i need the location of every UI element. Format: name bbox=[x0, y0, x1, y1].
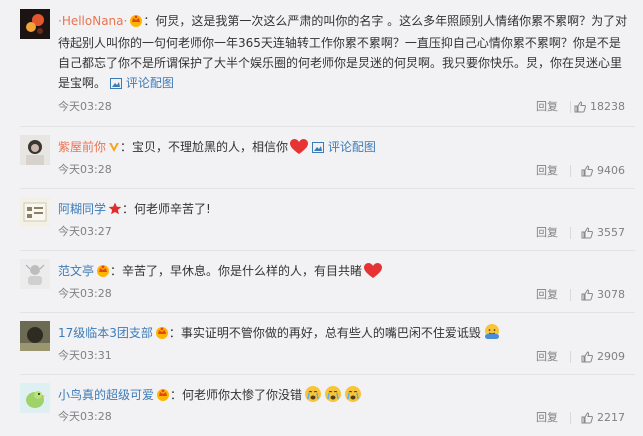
username[interactable]: 紫屋前你 bbox=[58, 140, 106, 154]
comment-item: 范文亭 ：辛苦了，早休息。你是什么样的人，有目共睹 今天03:28 回复 3078 bbox=[0, 256, 643, 308]
avatar[interactable] bbox=[20, 197, 50, 227]
comment-text: 范文亭 ：辛苦了，早休息。你是什么样的人，有目共睹 bbox=[58, 261, 630, 283]
thumb-up-icon bbox=[581, 412, 593, 424]
like-count: 3557 bbox=[597, 226, 625, 239]
like-count: 3078 bbox=[597, 288, 625, 301]
action-separator bbox=[570, 412, 571, 424]
comment-text: 17级临本3团支部 ：事实证明不管你做的再好，总有些人的嘴巴闲不住爱诋毁 bbox=[58, 323, 630, 345]
username[interactable]: 范文亭 bbox=[58, 264, 94, 278]
avatar[interactable] bbox=[20, 9, 50, 39]
username[interactable]: ·HelloNana· bbox=[58, 14, 127, 28]
divider bbox=[20, 312, 635, 313]
comment-time: 今天03:28 bbox=[58, 410, 112, 423]
thumb-up-icon bbox=[581, 351, 593, 363]
action-separator bbox=[570, 351, 571, 363]
divider bbox=[20, 374, 635, 375]
comment-body: 宝贝，不理尬黑的人，相信你 bbox=[132, 140, 289, 154]
crown-badge-icon bbox=[129, 13, 143, 33]
comment-item: 紫屋前你 ：宝贝，不理尬黑的人，相信你 评论配图 今天03:28 回复 9406 bbox=[0, 132, 643, 184]
picture-icon bbox=[110, 78, 123, 89]
comment-text: 紫屋前你 ：宝贝，不理尬黑的人，相信你 评论配图 bbox=[58, 137, 630, 159]
comment-body: 事实证明不管你做的再好，总有些人的嘴巴闲不住爱诋毁 bbox=[180, 326, 481, 340]
comment-item: 阿糊同学 ：何老师辛苦了! 今天03:27 回复 3557 bbox=[0, 194, 643, 246]
crown-badge-icon bbox=[155, 325, 169, 345]
comment-time: 今天03:28 bbox=[58, 100, 112, 113]
picture-icon bbox=[312, 142, 325, 153]
like-button[interactable]: 3078 bbox=[581, 288, 625, 302]
avatar[interactable] bbox=[20, 259, 50, 289]
cry-emoji bbox=[325, 386, 342, 402]
comment-picture-link[interactable]: 评论配图 bbox=[328, 140, 376, 154]
action-separator bbox=[570, 289, 571, 301]
avatar[interactable] bbox=[20, 321, 50, 351]
reply-button[interactable]: 回复 bbox=[536, 100, 558, 114]
crown-badge-icon bbox=[156, 387, 170, 407]
like-count: 2909 bbox=[597, 350, 625, 363]
like-button[interactable]: 2217 bbox=[581, 411, 625, 425]
username[interactable]: 小鸟真的超级可爱 bbox=[58, 388, 154, 402]
like-button[interactable]: 18238 bbox=[574, 100, 625, 114]
username[interactable]: 17级临本3团支部 bbox=[58, 326, 153, 340]
divider bbox=[20, 250, 635, 251]
like-count: 18238 bbox=[590, 100, 625, 113]
star-badge-icon bbox=[108, 201, 122, 221]
divider bbox=[20, 188, 635, 189]
thumb-up-icon bbox=[581, 165, 593, 177]
comment-text: ·HelloNana· ：何炅，这是我第一次这么严肃的叫你的名字 。这么多年照顾别… bbox=[58, 13, 628, 90]
comment-text: 阿糊同学 ：何老师辛苦了! bbox=[58, 199, 630, 221]
avatar[interactable] bbox=[20, 135, 50, 165]
comment-body: 辛苦了，早休息。你是什么样的人，有目共睹 bbox=[122, 264, 363, 278]
reply-button[interactable]: 回复 bbox=[536, 350, 558, 364]
action-separator bbox=[570, 101, 571, 113]
reply-button[interactable]: 回复 bbox=[536, 288, 558, 302]
vip-v-icon bbox=[108, 139, 120, 159]
thumb-up-icon bbox=[581, 289, 593, 301]
comment-time: 今天03:28 bbox=[58, 163, 112, 176]
username[interactable]: 阿糊同学 bbox=[58, 202, 106, 216]
comment-time: 今天03:31 bbox=[58, 349, 112, 362]
avatar[interactable] bbox=[20, 383, 50, 413]
action-separator bbox=[570, 165, 571, 177]
like-button[interactable]: 9406 bbox=[581, 164, 625, 178]
like-button[interactable]: 2909 bbox=[581, 350, 625, 364]
thumb-up-icon bbox=[574, 101, 586, 113]
heart-emoji bbox=[290, 139, 309, 154]
comment-item: 17级临本3团支部 ：事实证明不管你做的再好，总有些人的嘴巴闲不住爱诋毁 今天03… bbox=[0, 318, 643, 370]
like-count: 2217 bbox=[597, 411, 625, 424]
cry-emoji bbox=[305, 386, 322, 402]
reply-button[interactable]: 回复 bbox=[536, 164, 558, 178]
thumb-up-icon bbox=[581, 227, 593, 239]
heart-emoji bbox=[364, 263, 383, 278]
action-separator bbox=[570, 227, 571, 239]
cry-emoji bbox=[345, 386, 362, 402]
comment-body: 何老师辛苦了! bbox=[134, 202, 211, 216]
divider bbox=[20, 126, 635, 127]
crown-badge-icon bbox=[96, 263, 110, 283]
reply-button[interactable]: 回复 bbox=[536, 411, 558, 425]
comment-text: 小鸟真的超级可爱 ：何老师你太惨了你没错 bbox=[58, 385, 630, 407]
like-count: 9406 bbox=[597, 164, 625, 177]
comment-picture-link[interactable]: 评论配图 bbox=[126, 76, 174, 90]
reply-button[interactable]: 回复 bbox=[536, 226, 558, 240]
comment-item: ·HelloNana· ：何炅，这是我第一次这么严肃的叫你的名字 。这么多年照顾别… bbox=[0, 6, 643, 120]
like-button[interactable]: 3557 bbox=[581, 226, 625, 240]
comment-time: 今天03:28 bbox=[58, 287, 112, 300]
comment-list: ·HelloNana· ：何炅，这是我第一次这么严肃的叫你的名字 。这么多年照顾别… bbox=[0, 0, 643, 436]
comment-body: 何老师你太惨了你没错 bbox=[182, 388, 303, 402]
comment-time: 今天03:27 bbox=[58, 225, 112, 238]
comment-item: 小鸟真的超级可爱 ：何老师你太惨了你没错 今天03:28 回复 2217 bbox=[0, 380, 643, 436]
hug-emoji bbox=[484, 324, 499, 339]
